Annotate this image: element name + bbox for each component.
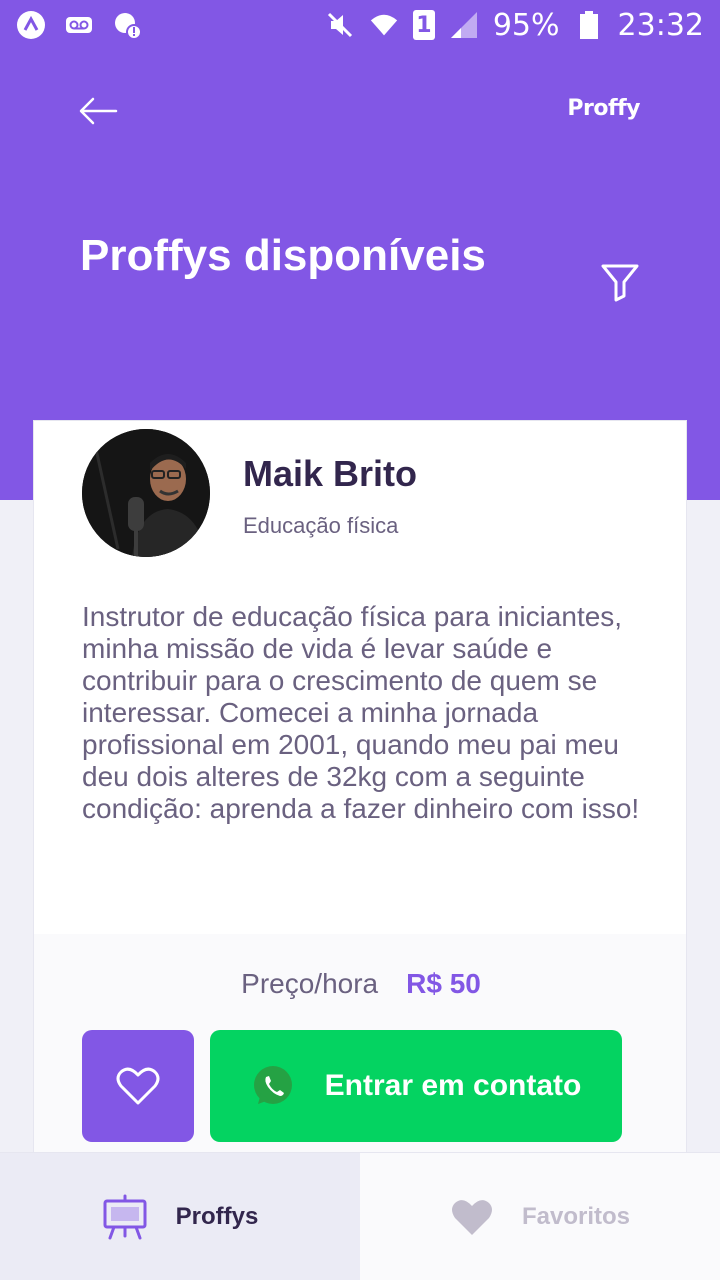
- alert-icon: [112, 10, 142, 40]
- back-button[interactable]: [78, 94, 118, 128]
- price-label: Preço/hora: [241, 968, 379, 999]
- teacher-name: Maik Brito: [243, 453, 418, 494]
- favorite-button[interactable]: [82, 1030, 194, 1142]
- price-value: R$ 50: [406, 968, 481, 999]
- battery-icon: [574, 10, 604, 40]
- heart-outline-icon: [116, 1067, 160, 1105]
- contact-button-label: Entrar em contato: [324, 1069, 582, 1102]
- tab-proffys[interactable]: Proffys: [0, 1153, 360, 1280]
- teacher-bio: Instrutor de educação física para inicia…: [82, 601, 640, 824]
- contact-button[interactable]: Entrar em contato: [210, 1030, 622, 1142]
- easel-icon: [103, 1194, 147, 1239]
- filter-button[interactable]: [598, 260, 642, 304]
- teacher-subject: Educação física: [243, 513, 399, 538]
- wifi-icon: [369, 10, 399, 40]
- status-bar: 1 95% 23:32: [0, 0, 720, 50]
- whatsapp-icon: [253, 1066, 292, 1104]
- sim-icon: 1: [412, 10, 435, 40]
- voicemail-icon: [64, 10, 94, 40]
- tab-proffys-label: Proffys: [175, 1202, 259, 1230]
- arrow-left-icon: [79, 97, 118, 125]
- expo-icon: [16, 10, 46, 40]
- mute-icon: [325, 10, 355, 40]
- battery-percent: 95%: [492, 7, 560, 43]
- teacher-card: Maik Brito Educação física Instrutor de …: [33, 420, 687, 1160]
- card-footer: Preço/hora R$ 50 Entrar em contato: [34, 934, 686, 1160]
- signal-icon: [449, 10, 479, 40]
- price-row: Preço/hora R$ 50: [34, 968, 686, 1000]
- tab-bar: Proffys Favoritos: [0, 1152, 720, 1280]
- tab-favoritos[interactable]: Favoritos: [360, 1153, 720, 1280]
- page-title: Proffys disponíveis: [80, 231, 486, 280]
- heart-icon: [451, 1199, 492, 1235]
- avatar: [82, 429, 210, 557]
- clock: 23:32: [617, 7, 704, 43]
- tab-favoritos-label: Favoritos: [521, 1202, 631, 1230]
- proffy-logo: Proffy: [567, 96, 640, 121]
- filter-icon: [601, 264, 639, 302]
